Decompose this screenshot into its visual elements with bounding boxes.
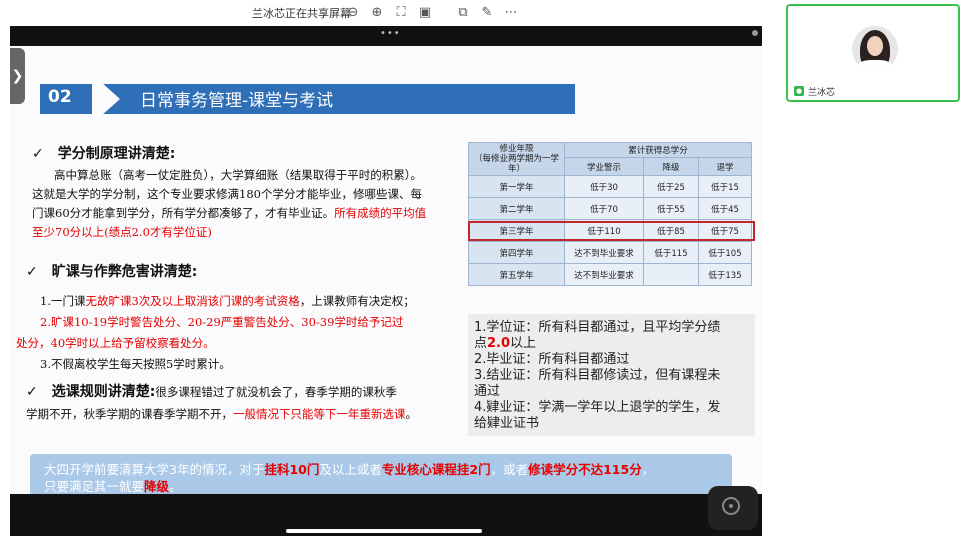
text-line: 这就是大学的学分制，这个专业要求修满180个学分才能毕业，修哪些课、每 xyxy=(32,187,422,201)
rule-2-line2: 处分，40学时以上给予留校察看处分。 xyxy=(16,336,215,350)
more-icon[interactable]: ⋯ xyxy=(502,3,520,21)
text-line: ✓ 选课规则讲清楚:很多课程错过了就没机会了，春季学期的课秋季 xyxy=(26,384,397,400)
credit-threshold-table: 修业年限 （每修业两学期为一学年） 累计获得总学分 学业警示 降级 退学 第一学… xyxy=(468,142,752,286)
certificate-rules-box: 1.学位证：所有科目都通过，且平均学分绩 点2.0以上 2.毕业证：所有科目都通… xyxy=(468,314,755,436)
course-selection-block: ✓ 选课规则讲清楚:很多课程错过了就没机会了，春季学期的课秋季 学期不开，秋季学期… xyxy=(26,381,466,425)
zoom-in-icon[interactable]: ⊕ xyxy=(368,3,386,21)
rule-1: 1.一门课无故旷课3次及以上取消该门课的考试资格，上课教师有决定权； xyxy=(40,294,415,308)
side-panel-toggle[interactable]: ❯ xyxy=(10,48,25,104)
heading-credit-system: ✓ 学分制原理讲清楚: xyxy=(32,146,176,162)
fit-screen-icon[interactable]: ⛶ xyxy=(392,3,410,21)
cert-1-line1: 1.学位证：所有科目都通过，且平均学分绩 xyxy=(474,320,721,335)
checkmark-icon: ✓ xyxy=(26,384,38,400)
absence-rules: 1.一门课无故旷课3次及以上取消该门课的考试资格，上课教师有决定权； 2.旷课1… xyxy=(16,291,461,375)
cert-1-line2: 点2.0以上 xyxy=(474,336,537,351)
cert-3-line2: 通过 xyxy=(474,384,501,399)
shared-screen: ••• ❯ 02 日常事务管理-课堂与考试 ✓ 学分制原理讲清楚: 高中算总账（高… xyxy=(10,26,762,536)
actual-size-icon[interactable]: ▣ xyxy=(416,3,434,21)
chevron-right-icon: ❯ xyxy=(11,68,24,84)
table-row: 第五学年 达不到毕业要求 低于135 xyxy=(468,263,752,286)
cert-3-line1: 3.结业证：所有科目都修读过，但有课程未 xyxy=(474,368,721,383)
heading-absence-cheating: ✓ 旷课与作弊危害讲清楚: xyxy=(26,264,198,280)
slide-title: 日常事务管理-课堂与考试 xyxy=(140,91,334,111)
table-row: 第一学年 低于30 低于25 低于15 xyxy=(468,175,752,198)
cert-4-line2: 给肄业证书 xyxy=(474,416,540,431)
home-indicator[interactable] xyxy=(286,529,482,533)
text-line: 门课60分才能拿到学分，所有学分都凑够了，才有毕业证。所有成绩的平均值 xyxy=(32,206,427,220)
presentation-slide: 02 日常事务管理-课堂与考试 ✓ 学分制原理讲清楚: 高中算总账（高考一仗定胜负… xyxy=(10,46,762,494)
table-header-group: 累计获得总学分 xyxy=(564,142,752,158)
highlight-second-year-row xyxy=(468,221,755,241)
credit-paragraph: 高中算总账（高考一仗定胜负），大学算细账（结果取得于平时的积累）。 这就是大学的… xyxy=(32,166,457,242)
heading-course-selection: ✓ 选课规则讲清楚: xyxy=(26,384,156,400)
table-row: 第四学年 达不到毕业要求 低于115 低于105 xyxy=(468,241,752,264)
section-number: 02 xyxy=(48,87,72,107)
rule-2-line1: 2.旷课10-19学时警告处分、20-29严重警告处分、30-39学时给予记过 xyxy=(40,315,404,329)
table-row: 第二学年 低于70 低于55 低于45 xyxy=(468,197,752,220)
status-dot-icon xyxy=(752,30,758,36)
share-status-label: 兰冰芯正在共享屏幕 xyxy=(252,7,351,20)
cert-2: 2.毕业证：所有科目都通过 xyxy=(474,352,630,367)
zoom-out-icon[interactable]: ⊖ xyxy=(344,3,362,21)
floating-assist-button[interactable] xyxy=(708,486,758,530)
text-line: 学期不开，秋季学期的课春季学期不开，一般情况下只能等下一年重新选课。 xyxy=(26,407,417,421)
table-header-cell: 学业警示 xyxy=(564,157,644,176)
rule-3: 3.不假离校学生每天按照5学时累计。 xyxy=(40,357,231,371)
demotion-callout: 大四开学前要清算大学3年的情况，对于挂科10门及以上或者专业核心课程挂2门，或者… xyxy=(30,454,732,494)
checkmark-icon: ✓ xyxy=(26,264,38,280)
participant-video-tile[interactable]: ● 兰冰芯 xyxy=(786,4,960,102)
table-header-year: 修业年限 （每修业两学期为一学年） xyxy=(468,142,565,176)
table-header-cell: 降级 xyxy=(643,157,699,176)
avatar xyxy=(852,26,898,72)
callout-text: 大四开学前要清算大学3年的情况，对于挂科10门及以上或者专业核心课程挂2门，或者… xyxy=(44,462,655,494)
cert-4-line1: 4.肄业证：学满一学年以上退学的学生，发 xyxy=(474,400,721,415)
checkmark-icon: ✓ xyxy=(32,146,44,162)
text-line: 至少70分以上(绩点2.0才有学位证) xyxy=(32,225,212,239)
table-header-cell: 退学 xyxy=(698,157,752,176)
popout-icon[interactable]: ⧉ xyxy=(454,3,472,21)
participant-name: 兰冰芯 xyxy=(808,88,836,98)
annotate-icon[interactable]: ✎ xyxy=(478,3,496,21)
microphone-icon: ● xyxy=(794,86,804,96)
drag-handle-icon[interactable]: ••• xyxy=(380,28,401,39)
text-line: 高中算总账（高考一仗定胜负），大学算细账（结果取得于平时的积累）。 xyxy=(54,168,422,182)
